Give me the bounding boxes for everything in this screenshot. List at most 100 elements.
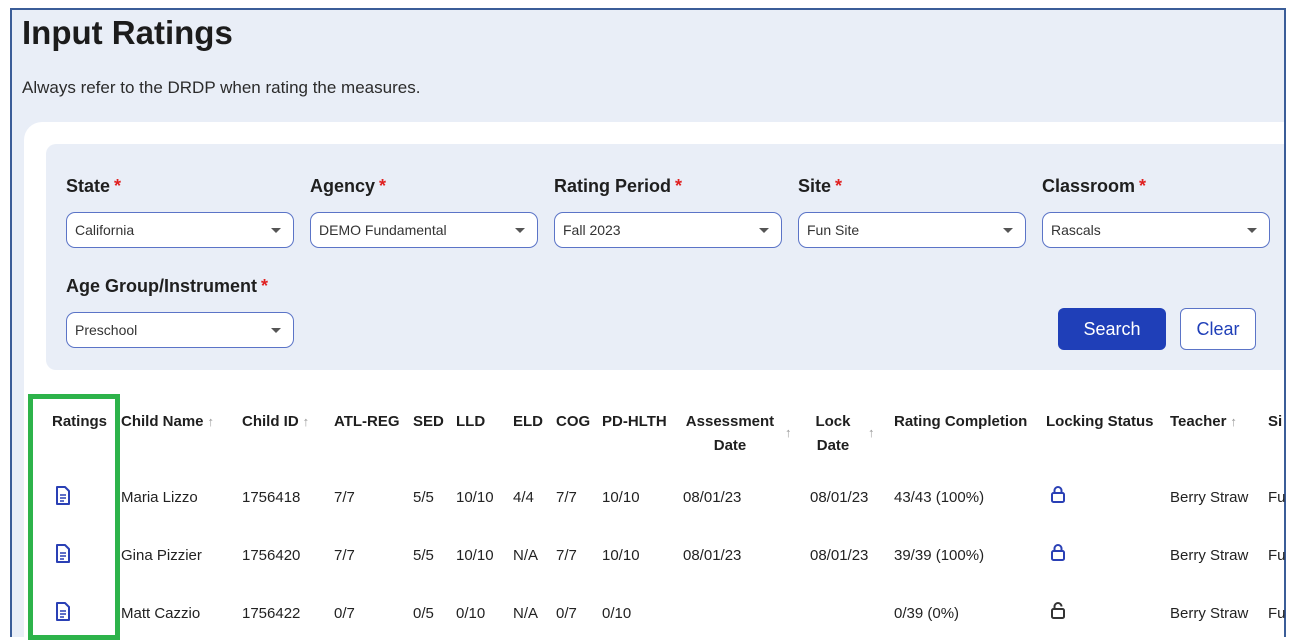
header-child-id[interactable]: Child ID ↑ bbox=[242, 410, 309, 434]
header-rating-completion: Rating Completion bbox=[894, 413, 1028, 430]
state-select-value: California bbox=[75, 222, 135, 238]
chevron-down-icon bbox=[515, 228, 525, 233]
assessment-date: 08/01/23 bbox=[683, 547, 742, 564]
child-name: Gina Pizzier bbox=[121, 547, 202, 564]
classroom-select[interactable]: Rascals bbox=[1042, 212, 1270, 248]
agency-field: Agency * DEMO Fundamental bbox=[310, 176, 538, 248]
header-eld: ELD bbox=[513, 413, 543, 430]
agency-select[interactable]: DEMO Fundamental bbox=[310, 212, 538, 248]
lld-value: 0/10 bbox=[456, 605, 486, 622]
required-mark: * bbox=[675, 176, 683, 196]
rating-completion: 0/39 (0%) bbox=[894, 605, 960, 622]
rating-period-select[interactable]: Fall 2023 bbox=[554, 212, 782, 248]
header-child-name[interactable]: Child Name ↑ bbox=[121, 410, 214, 434]
required-mark: * bbox=[1139, 176, 1147, 196]
rating-completion: 43/43 (100%) bbox=[894, 489, 985, 506]
required-mark: * bbox=[114, 176, 122, 196]
chevron-down-icon bbox=[1003, 228, 1013, 233]
sort-arrow-icon[interactable]: ↑ bbox=[303, 414, 310, 429]
lock-closed-icon bbox=[1051, 544, 1065, 561]
header-sed: SED bbox=[413, 413, 444, 430]
sed-value: 0/5 bbox=[413, 605, 434, 622]
content-card: State * California Agency * DEMO Fundament… bbox=[24, 122, 1284, 637]
header-pd-hlth: PD-HLTH bbox=[602, 413, 667, 430]
header-teacher[interactable]: Teacher ↑ bbox=[1170, 410, 1237, 434]
site-label: Site bbox=[798, 176, 832, 196]
agency-select-value: DEMO Fundamental bbox=[319, 222, 447, 238]
ratings-column-highlight bbox=[28, 394, 120, 640]
atl-reg-value: 7/7 bbox=[334, 489, 355, 506]
teacher-name: Berry Straw bbox=[1170, 547, 1249, 564]
site-name: Fu bbox=[1268, 489, 1286, 506]
rating-period-field: Rating Period * Fall 2023 bbox=[554, 176, 782, 248]
child-id: 1756422 bbox=[242, 605, 301, 622]
atl-reg-value: 0/7 bbox=[334, 605, 355, 622]
header-lock-date[interactable]: Lock Date bbox=[810, 410, 856, 458]
lld-value: 10/10 bbox=[456, 547, 494, 564]
teacher-name: Berry Straw bbox=[1170, 605, 1249, 622]
sort-arrow-icon[interactable]: ↑ bbox=[785, 425, 792, 440]
rating-completion: 39/39 (100%) bbox=[894, 547, 985, 564]
eld-value: N/A bbox=[513, 605, 539, 622]
required-mark: * bbox=[835, 176, 843, 196]
child-name: Matt Cazzio bbox=[121, 605, 201, 622]
eld-value: N/A bbox=[513, 547, 539, 564]
atl-reg-value: 7/7 bbox=[334, 547, 355, 564]
pd-hlth-value: 0/10 bbox=[602, 605, 632, 622]
assessment-date: 08/01/23 bbox=[683, 489, 742, 506]
sort-arrow-icon[interactable]: ↑ bbox=[1230, 414, 1237, 429]
chevron-down-icon bbox=[271, 228, 281, 233]
rating-period-select-value: Fall 2023 bbox=[563, 222, 621, 238]
header-atl-reg: ATL-REG bbox=[334, 413, 400, 430]
classroom-select-value: Rascals bbox=[1051, 222, 1101, 238]
sed-value: 5/5 bbox=[413, 547, 434, 564]
lock-closed-icon bbox=[1051, 486, 1065, 503]
header-locking-status: Locking Status bbox=[1046, 413, 1154, 430]
state-field: State * California bbox=[66, 176, 294, 248]
chevron-down-icon bbox=[1247, 228, 1257, 233]
required-mark: * bbox=[261, 276, 269, 296]
age-group-select[interactable]: Preschool bbox=[66, 312, 294, 348]
child-id: 1756420 bbox=[242, 547, 301, 564]
page-subtitle: Always refer to the DRDP when rating the… bbox=[22, 78, 421, 97]
child-name: Maria Lizzo bbox=[121, 489, 198, 506]
rating-period-label: Rating Period bbox=[554, 176, 672, 196]
teacher-name: Berry Straw bbox=[1170, 489, 1249, 506]
header-lld: LLD bbox=[456, 413, 486, 430]
lock-date: 08/01/23 bbox=[810, 489, 869, 506]
pd-hlth-value: 10/10 bbox=[602, 547, 640, 564]
pd-hlth-value: 10/10 bbox=[602, 489, 640, 506]
classroom-field: Classroom * Rascals bbox=[1042, 176, 1270, 248]
site-select[interactable]: Fun Site bbox=[798, 212, 1026, 248]
required-mark: * bbox=[379, 176, 387, 196]
filter-panel: State * California Agency * DEMO Fundament… bbox=[46, 144, 1284, 370]
header-cog: COG bbox=[556, 413, 591, 430]
cog-value: 0/7 bbox=[556, 605, 577, 622]
search-button[interactable]: Search bbox=[1058, 308, 1166, 350]
site-field: Site * Fun Site bbox=[798, 176, 1026, 248]
sed-value: 5/5 bbox=[413, 489, 434, 506]
site-name: Fu bbox=[1268, 547, 1286, 564]
cog-value: 7/7 bbox=[556, 547, 577, 564]
lock-open-icon bbox=[1051, 602, 1065, 619]
lock-date: 08/01/23 bbox=[810, 547, 869, 564]
agency-label: Agency bbox=[310, 176, 376, 196]
chevron-down-icon bbox=[759, 228, 769, 233]
clear-button[interactable]: Clear bbox=[1180, 308, 1256, 350]
page-title: Input Ratings bbox=[22, 14, 233, 51]
age-group-select-value: Preschool bbox=[75, 322, 138, 338]
classroom-label: Classroom bbox=[1042, 176, 1136, 196]
lld-value: 10/10 bbox=[456, 489, 494, 506]
app-frame: Input Ratings Always refer to the DRDP w… bbox=[10, 8, 1286, 637]
child-id: 1756418 bbox=[242, 489, 301, 506]
eld-value: 4/4 bbox=[513, 489, 534, 506]
header-site: Si bbox=[1268, 413, 1283, 430]
header-assessment-date[interactable]: Assessment Date bbox=[683, 410, 777, 458]
state-select[interactable]: California bbox=[66, 212, 294, 248]
sort-arrow-icon[interactable]: ↑ bbox=[868, 425, 875, 440]
age-group-field: Age Group/Instrument * Preschool bbox=[66, 276, 294, 348]
sort-arrow-icon[interactable]: ↑ bbox=[208, 414, 215, 429]
site-name: Fu bbox=[1268, 605, 1286, 622]
chevron-down-icon bbox=[271, 328, 281, 333]
age-group-label: Age Group/Instrument bbox=[66, 276, 258, 296]
